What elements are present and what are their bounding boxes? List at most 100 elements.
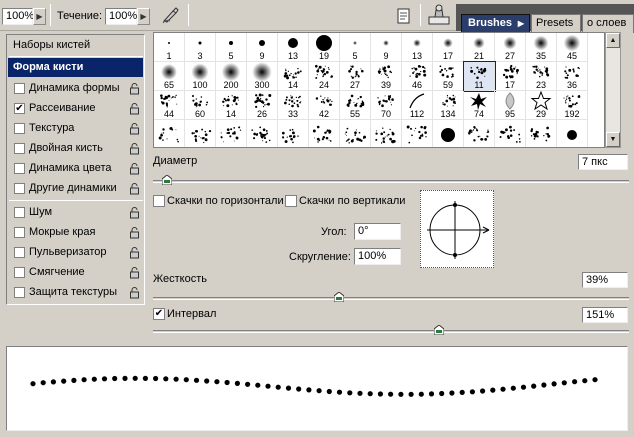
brush-tip-cell[interactable]: 70 xyxy=(371,91,402,120)
brush-tip-cell[interactable] xyxy=(371,120,402,147)
spacing-slider-track[interactable] xyxy=(153,330,629,333)
brush-tip-cell[interactable]: 36 xyxy=(557,62,588,91)
lock-icon[interactable] xyxy=(129,206,140,219)
brush-tip-cell[interactable] xyxy=(340,120,371,147)
flow-field[interactable]: 100% xyxy=(105,8,137,25)
brush-option-item[interactable]: Двойная кисть xyxy=(8,139,143,158)
spacing-slider-thumb[interactable] xyxy=(433,325,444,335)
brush-tip-cell[interactable] xyxy=(433,120,464,147)
brush-option-checkbox[interactable] xyxy=(14,183,25,194)
brush-tip-cell[interactable]: 59 xyxy=(433,62,464,91)
brush-tip-cell[interactable]: 200 xyxy=(216,62,247,91)
brush-tip-cell[interactable]: 45 xyxy=(557,33,588,62)
lock-icon[interactable] xyxy=(129,122,140,135)
lock-icon[interactable] xyxy=(129,286,140,299)
brush-tip-cell[interactable]: 112 xyxy=(402,91,433,120)
brush-tip-cell[interactable]: 14 xyxy=(216,91,247,120)
scroll-down-button[interactable]: ▼ xyxy=(606,132,620,147)
scroll-up-button[interactable]: ▲ xyxy=(606,33,620,48)
brush-tip-cell[interactable]: 65 xyxy=(154,62,185,91)
brush-tip-cell[interactable]: 24 xyxy=(309,62,340,91)
roundness-field[interactable]: 100% xyxy=(354,248,401,265)
brush-tip-cell[interactable]: 13 xyxy=(278,33,309,62)
brush-option-checkbox[interactable] xyxy=(14,267,25,278)
brush-tip-cell[interactable] xyxy=(464,120,495,147)
brush-tip-cell[interactable]: 46 xyxy=(402,62,433,91)
diameter-slider-track[interactable] xyxy=(153,180,629,183)
brush-tip-cell[interactable]: 134 xyxy=(433,91,464,120)
brush-tip-cell[interactable]: 95 xyxy=(495,91,526,120)
flip-x-checkbox[interactable] xyxy=(153,195,165,207)
brush-option-checkbox[interactable] xyxy=(14,143,25,154)
tab-layer-comps[interactable]: о слоев xyxy=(582,14,634,33)
brush-tip-cell[interactable]: 39 xyxy=(371,62,402,91)
brush-tip-cell[interactable]: 26 xyxy=(247,91,278,120)
brush-option-checkbox[interactable] xyxy=(14,207,25,218)
brush-option-item[interactable]: Смягчение xyxy=(8,263,143,282)
angle-roundness-preview[interactable] xyxy=(420,190,494,268)
hardness-slider-thumb[interactable] xyxy=(333,292,344,302)
brush-tip-cell[interactable]: 5 xyxy=(216,33,247,62)
brush-tip-cell[interactable] xyxy=(247,120,278,147)
brush-tip-cell[interactable]: 1 xyxy=(154,33,185,62)
brush-tip-cell[interactable]: 13 xyxy=(402,33,433,62)
brush-tip-cell[interactable]: 60 xyxy=(185,91,216,120)
brush-tip-cell[interactable]: 29 xyxy=(526,91,557,120)
airbrush-button[interactable] xyxy=(160,4,182,26)
brush-tip-cell[interactable]: 9 xyxy=(371,33,402,62)
lock-icon[interactable] xyxy=(129,226,140,239)
opacity-field[interactable]: 100% xyxy=(2,8,34,25)
lock-icon[interactable] xyxy=(129,162,140,175)
spacing-field[interactable]: 151% xyxy=(582,307,628,323)
lock-icon[interactable] xyxy=(129,102,140,115)
brush-option-checkbox[interactable] xyxy=(14,83,25,94)
diameter-slider-thumb[interactable] xyxy=(162,175,173,185)
tab-brushes[interactable]: Brushes ▶ xyxy=(461,14,530,33)
brush-option-item[interactable]: Динамика формы xyxy=(8,79,143,98)
brush-option-checkbox[interactable]: ✔ xyxy=(14,103,25,114)
brush-tip-cell[interactable]: 27 xyxy=(340,62,371,91)
brush-option-checkbox[interactable] xyxy=(14,247,25,258)
brush-tip-cell[interactable] xyxy=(216,120,247,147)
brush-tip-cell[interactable] xyxy=(402,120,433,147)
brush-tip-cell[interactable] xyxy=(154,120,185,147)
angle-field[interactable]: 0° xyxy=(354,223,401,240)
lock-icon[interactable] xyxy=(129,182,140,195)
brush-tip-cell[interactable] xyxy=(557,120,588,147)
brush-tip-cell[interactable]: 11 xyxy=(463,61,496,92)
brush-option-item[interactable]: Защита текстуры xyxy=(8,283,143,302)
grid-scrollbar[interactable]: ▲ ▼ xyxy=(605,32,621,148)
brush-tip-cell[interactable]: 3 xyxy=(185,33,216,62)
hardness-field[interactable]: 39% xyxy=(582,272,628,288)
brush-tip-cell[interactable]: 9 xyxy=(247,33,278,62)
brush-option-checkbox[interactable] xyxy=(14,163,25,174)
brush-tip-cell[interactable]: 21 xyxy=(464,33,495,62)
brush-tip-cell[interactable]: 14 xyxy=(278,62,309,91)
brush-tip-cell[interactable]: 17 xyxy=(433,33,464,62)
brush-tip-cell[interactable]: 44 xyxy=(154,91,185,120)
brush-option-checkbox[interactable] xyxy=(14,123,25,134)
brush-option-checkbox[interactable] xyxy=(14,227,25,238)
brush-tip-cell[interactable] xyxy=(185,120,216,147)
tab-presets[interactable]: Presets xyxy=(531,14,581,33)
brush-tip-cell[interactable]: 55 xyxy=(340,91,371,120)
brush-option-checkbox[interactable] xyxy=(14,287,25,298)
brush-tip-cell[interactable]: 74 xyxy=(464,91,495,120)
spacing-checkbox[interactable]: ✔ xyxy=(153,308,165,320)
tool-presets-button[interactable] xyxy=(392,5,414,27)
brush-tip-cell[interactable] xyxy=(526,120,557,147)
opacity-dropdown-button[interactable]: ▶ xyxy=(33,8,46,25)
brush-tip-cell[interactable] xyxy=(278,120,309,147)
lock-icon[interactable] xyxy=(129,142,140,155)
hardness-slider-track[interactable] xyxy=(153,297,629,300)
brush-tip-shape-item[interactable]: Форма кисти xyxy=(8,58,143,77)
brush-tip-cell[interactable] xyxy=(309,120,340,147)
brush-presets-item[interactable]: Наборы кистей xyxy=(8,36,143,55)
brush-option-item[interactable]: Другие динамики xyxy=(8,179,143,198)
palette-well-button[interactable] xyxy=(426,4,452,26)
brush-tip-cell[interactable]: 33 xyxy=(278,91,309,120)
diameter-field[interactable]: 7 пкс xyxy=(578,154,628,170)
brush-tip-cell[interactable]: 23 xyxy=(526,62,557,91)
lock-icon[interactable] xyxy=(129,266,140,279)
brush-option-item[interactable]: Пульверизатор xyxy=(8,243,143,262)
